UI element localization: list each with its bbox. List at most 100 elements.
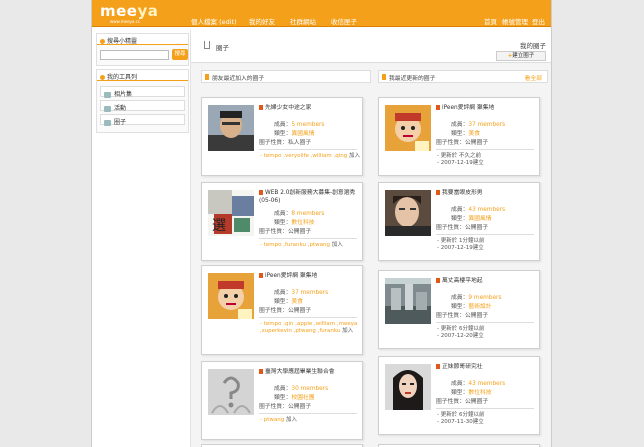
- bullet-icon: [382, 74, 386, 80]
- circle-thumbnail[interactable]: [385, 190, 431, 236]
- search-box-title: 搜尋小精靈: [107, 38, 138, 45]
- circle-name[interactable]: iPeen愛評網 聚集地: [259, 272, 359, 280]
- circle-card: iPeen愛評網 聚集地 成員：37 members 類型：美食 圈子性質：公開…: [201, 265, 363, 355]
- update-info: - 更新於 6分鐘以前 - 2007-11-30建立: [437, 412, 537, 426]
- privacy-label: 圈子性質：: [436, 313, 465, 319]
- logo-subtitle: www.meeya.cc: [110, 19, 141, 24]
- privacy-row: 圈子性質：私人圈子: [259, 137, 311, 146]
- members-row: 成員：8 members: [274, 208, 324, 217]
- tool-item-events[interactable]: 活動: [100, 100, 185, 112]
- logo[interactable]: meeya: [100, 2, 158, 20]
- circle-name-text: 先婦少女中途之家: [265, 105, 312, 111]
- search-box-header: 搜尋小精靈: [97, 34, 188, 45]
- search-button[interactable]: 搜尋: [172, 49, 188, 60]
- circle-thumbnail[interactable]: [385, 364, 431, 410]
- nav-friends[interactable]: 我的好友: [249, 16, 275, 26]
- tools-box-title: 我的工具列: [107, 74, 138, 81]
- create-circle-label: 建立圈子: [512, 53, 535, 59]
- privacy-label: 圈子性質：: [259, 140, 288, 146]
- circle-name[interactable]: 萬丈高樓平地起: [436, 277, 536, 285]
- joined-suffix: 加入: [348, 153, 360, 159]
- members-row: 成員：43 members: [451, 378, 505, 387]
- circle-name[interactable]: 我要當眼皮形男: [436, 189, 536, 197]
- circle-thumbnail[interactable]: [208, 105, 254, 151]
- circle-thumbnail[interactable]: 選: [208, 190, 254, 236]
- circle-thumbnail[interactable]: [385, 278, 431, 324]
- my-updated-circles-title: 我最近更新的圈子: [389, 76, 436, 82]
- circle-card: 臺灣大學應屆畢業生聯合會 成員：30 members 類型：校園社團 圈子性質：…: [201, 361, 363, 440]
- circle-thumbnail[interactable]: [208, 369, 254, 415]
- circle-name[interactable]: iPeen愛評網 聚集地: [436, 104, 536, 112]
- tool-item-circles[interactable]: 圈子: [100, 114, 185, 126]
- privacy-value: 公開圈子: [465, 225, 489, 231]
- circle-thumbnail[interactable]: [385, 105, 431, 151]
- joined-members: - tempo ,furanku ,ptwang 加入: [260, 242, 360, 249]
- svg-text:選: 選: [212, 218, 226, 234]
- nav-inbox[interactable]: 收信匣子: [331, 16, 357, 26]
- nav-logout[interactable]: 登出: [532, 16, 545, 26]
- flag-icon: [436, 278, 440, 283]
- privacy-value: 公開圈子: [288, 229, 312, 235]
- joined-links[interactable]: - tempo ,veryolife ,william ,qing: [260, 153, 347, 159]
- circle-name-text: WEB 2.0創新服務大募集-創意選秀(05-06): [259, 190, 356, 204]
- joined-suffix: 加入: [342, 328, 354, 334]
- tools-box: 我的工具列 相片集 活動 圈子: [96, 69, 189, 133]
- page-title: 圈子: [216, 44, 229, 52]
- type-row: 類型：數位科技: [274, 217, 315, 226]
- privacy-label: 圈子性質：: [436, 399, 465, 405]
- divider: [436, 234, 534, 235]
- privacy-row: 圈子性質：公開圈子: [436, 137, 488, 146]
- joined-members: - tempo ,veryolife ,william ,qing 加入: [260, 153, 360, 160]
- tools-box-header: 我的工具列: [97, 70, 188, 81]
- divider: [259, 413, 357, 414]
- circle-name[interactable]: 正妹節哥研究社: [436, 363, 536, 371]
- joined-suffix: 加入: [285, 417, 297, 423]
- joined-links[interactable]: - tempo ,furanku ,ptwang: [260, 242, 330, 248]
- circle-name[interactable]: WEB 2.0創新服務大募集-創意選秀(05-06): [259, 189, 359, 205]
- nav-home[interactable]: 首頁: [484, 16, 497, 26]
- my-circles-link[interactable]: 我的圈子: [520, 40, 546, 50]
- photo-icon: [104, 91, 111, 98]
- type-row: 類型：數位科技: [451, 387, 492, 396]
- logo-main: mee: [100, 2, 138, 20]
- circle-name[interactable]: 先婦少女中途之家: [259, 104, 359, 112]
- circle-card: 正妹節哥研究社 成員：43 members 類型：數位科技 圈子性質：公開圈子 …: [378, 356, 540, 435]
- members-row: 成員：5 members: [274, 119, 324, 128]
- search-input[interactable]: [100, 50, 169, 60]
- members-row: 成員：43 members: [451, 204, 505, 213]
- joined-members: - tempo ,qin ,apple ,william ,meeya ,sup…: [260, 321, 360, 335]
- updated-time: - 更新於 不久之前: [437, 153, 481, 159]
- type-row: 類型：美食: [451, 128, 480, 137]
- divider: [436, 408, 534, 409]
- updated-time: - 更新於 1分鐘以前: [437, 238, 485, 244]
- updated-time: - 更新於 6分鐘以前: [437, 412, 485, 418]
- view-all-link[interactable]: 看全部: [525, 73, 542, 82]
- circle-thumbnail[interactable]: [208, 273, 254, 319]
- create-circle-button[interactable]: +建立圈子: [496, 51, 546, 61]
- my-updated-circles-bar: 我最近更新的圈子 看全部: [378, 70, 548, 83]
- joined-links[interactable]: - ptwang: [260, 417, 284, 423]
- tool-item-label: 相片集: [114, 91, 133, 98]
- nav-social[interactable]: 社群網站: [290, 16, 316, 26]
- divider: [259, 149, 357, 150]
- privacy-value: 公開圈子: [465, 399, 489, 405]
- circle-card: 我要當眼皮形男 成員：43 members 類型：異國風情 圈子性質：公開圈子 …: [378, 182, 540, 261]
- flag-icon: [259, 273, 263, 278]
- circle-card: 先婦少女中途之家 成員：5 members 類型：異國風情 圈子性質：私人圈子 …: [201, 97, 363, 176]
- search-box: 搜尋小精靈 搜尋: [96, 33, 189, 66]
- flag-icon: [436, 190, 440, 195]
- privacy-value: 公開圈子: [288, 404, 312, 410]
- main-content: 圈子 我的圈子 +建立圈子 朋友最近加入的圈子 我最近更新的圈子 看全部 先婦少…: [190, 30, 551, 447]
- group-icon: [104, 119, 111, 126]
- joined-suffix: 加入: [331, 242, 343, 248]
- bullet-icon: [100, 39, 105, 44]
- joined-members: - ptwang 加入: [260, 417, 360, 424]
- nav-account[interactable]: 帳號管理: [502, 16, 528, 26]
- friends-circles-title: 朋友最近加入的圈子: [212, 76, 265, 82]
- tool-item-photos[interactable]: 相片集: [100, 86, 185, 98]
- type-row: 類型：藝術設計: [451, 301, 492, 310]
- privacy-row: 圈子性質：公開圈子: [259, 401, 311, 410]
- privacy-label: 圈子性質：: [436, 225, 465, 231]
- nav-profile[interactable]: 個人檔案 (edit): [191, 16, 237, 26]
- circle-name[interactable]: 臺灣大學應屆畢業生聯合會: [259, 368, 359, 376]
